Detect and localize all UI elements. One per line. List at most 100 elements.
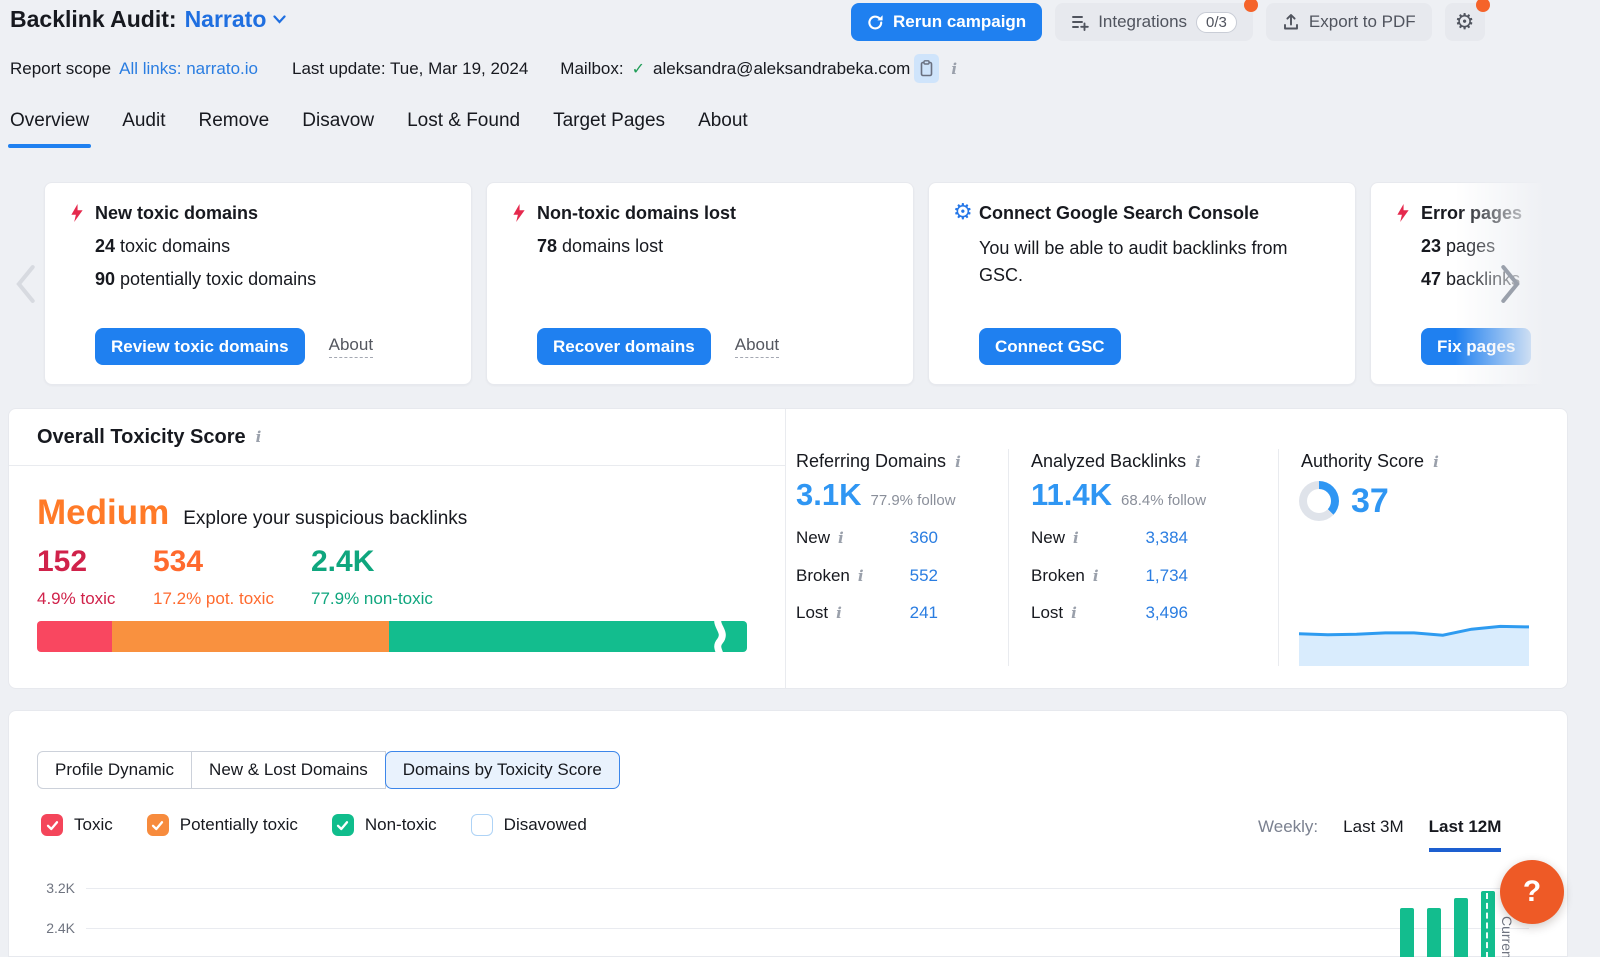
stat-row-new: Newi 3,384 bbox=[1031, 528, 1188, 548]
total-value[interactable]: 3.1K bbox=[796, 477, 861, 513]
settings-button[interactable]: ⚙ bbox=[1445, 3, 1485, 41]
toxicity-score-level: Medium bbox=[37, 493, 169, 533]
card-title: Non-toxic domains lost bbox=[537, 203, 736, 224]
view-tab-domains-by-toxicity[interactable]: Domains by Toxicity Score bbox=[385, 751, 620, 789]
tab-lost-and-found[interactable]: Lost & Found bbox=[407, 110, 520, 148]
toxic-count[interactable]: 152 bbox=[37, 545, 87, 579]
report-scope-link[interactable]: All links: narrato.io bbox=[119, 59, 258, 79]
non-toxic-count[interactable]: 2.4K bbox=[311, 545, 374, 579]
row-value[interactable]: 552 bbox=[910, 566, 938, 586]
connect-gsc-button[interactable]: Connect GSC bbox=[979, 328, 1121, 365]
total-value[interactable]: 11.4K bbox=[1031, 477, 1112, 513]
authority-score-value: 37 bbox=[1351, 482, 1389, 521]
info-icon[interactable]: i bbox=[1093, 567, 1099, 585]
referring-domains-total: 3.1K 77.9% follow bbox=[796, 477, 956, 513]
stat-column-title: Analyzed Backlinks i bbox=[1031, 451, 1201, 472]
legend-potentially-toxic-checkbox[interactable]: Potentially toxic bbox=[147, 814, 298, 836]
project-selector[interactable]: Narrato bbox=[185, 6, 287, 33]
help-button[interactable]: ? bbox=[1500, 860, 1564, 924]
row-label: New bbox=[796, 528, 830, 548]
copy-email-button[interactable] bbox=[914, 54, 939, 83]
integrations-button[interactable]: Integrations 0/3 bbox=[1055, 3, 1253, 41]
toxic-percent-label: 4.9% toxic bbox=[37, 589, 115, 609]
export-icon bbox=[1282, 13, 1300, 31]
carousel-prev-button[interactable] bbox=[12, 262, 46, 306]
recover-domains-button[interactable]: Recover domains bbox=[537, 328, 711, 365]
card-new-toxic-domains: New toxic domains 24 toxic domains 90 po… bbox=[44, 182, 472, 385]
info-icon[interactable]: i bbox=[1071, 604, 1077, 622]
legend-disavowed-checkbox[interactable]: Disavowed bbox=[471, 814, 587, 836]
stat-column-title: Authority Score i bbox=[1301, 451, 1439, 472]
weekly-bar-non-toxic[interactable] bbox=[1400, 908, 1414, 957]
weekly-bar-non-toxic[interactable] bbox=[1481, 891, 1495, 957]
tab-about[interactable]: About bbox=[698, 110, 748, 148]
authority-score-sparkline bbox=[1299, 620, 1529, 666]
weekly-bar-non-toxic[interactable] bbox=[1427, 908, 1441, 957]
info-icon[interactable]: i bbox=[1195, 453, 1201, 471]
divider bbox=[1008, 449, 1009, 666]
potentially-toxic-count[interactable]: 534 bbox=[153, 545, 203, 579]
stat-text: domains lost bbox=[562, 236, 663, 256]
card-title: New toxic domains bbox=[95, 203, 258, 224]
last-update-text: Last update: Tue, Mar 19, 2024 bbox=[292, 59, 528, 79]
toxicity-score-hint: Explore your suspicious backlinks bbox=[183, 508, 467, 530]
current-week-marker bbox=[1486, 893, 1488, 957]
info-icon[interactable]: i bbox=[1073, 529, 1079, 547]
tab-audit[interactable]: Audit bbox=[122, 110, 165, 148]
export-pdf-button[interactable]: Export to PDF bbox=[1266, 3, 1432, 41]
tab-target-pages[interactable]: Target Pages bbox=[553, 110, 665, 148]
rerun-campaign-button[interactable]: Rerun campaign bbox=[851, 3, 1042, 41]
info-icon[interactable]: i bbox=[1433, 453, 1439, 471]
review-toxic-domains-button[interactable]: Review toxic domains bbox=[95, 328, 305, 365]
row-label: Lost bbox=[1031, 603, 1063, 623]
card-stat-line: 90 potentially toxic domains bbox=[95, 269, 316, 290]
checkbox-checked-icon bbox=[41, 814, 63, 836]
row-label: Lost bbox=[796, 603, 828, 623]
weekly-bar-non-toxic[interactable] bbox=[1454, 898, 1468, 957]
legend-label: Non-toxic bbox=[365, 815, 437, 835]
toxicity-panel-header: Overall Toxicity Score i bbox=[9, 409, 785, 466]
notification-dot bbox=[1244, 0, 1258, 12]
row-value[interactable]: 3,496 bbox=[1145, 603, 1188, 623]
row-value[interactable]: 241 bbox=[910, 603, 938, 623]
info-icon[interactable]: i bbox=[955, 453, 961, 471]
potentially-toxic-percent-label: 17.2% pot. toxic bbox=[153, 589, 274, 609]
chart-view-switcher: Profile Dynamic New & Lost Domains Domai… bbox=[37, 751, 620, 789]
mailbox-email: aleksandra@aleksandrabeka.com bbox=[653, 59, 910, 79]
view-tab-new-lost-domains[interactable]: New & Lost Domains bbox=[192, 751, 386, 789]
toxicity-stacked-bar bbox=[37, 621, 747, 652]
row-value[interactable]: 360 bbox=[910, 528, 938, 548]
range-last-3m[interactable]: Last 3M bbox=[1343, 817, 1403, 837]
gridline bbox=[86, 928, 1529, 929]
mailbox-info-icon[interactable]: i bbox=[951, 60, 957, 78]
view-tab-profile-dynamic[interactable]: Profile Dynamic bbox=[37, 751, 192, 789]
export-pdf-label: Export to PDF bbox=[1309, 12, 1416, 32]
row-value[interactable]: 1,734 bbox=[1145, 566, 1188, 586]
follow-percent: 77.9% follow bbox=[870, 492, 955, 509]
current-week-label: Current bbox=[1499, 916, 1515, 957]
tab-disavow[interactable]: Disavow bbox=[302, 110, 374, 148]
row-value[interactable]: 3,384 bbox=[1145, 528, 1188, 548]
tab-overview[interactable]: Overview bbox=[10, 110, 89, 148]
info-icon[interactable]: i bbox=[838, 529, 844, 547]
integrations-label: Integrations bbox=[1098, 12, 1187, 32]
info-icon[interactable]: i bbox=[256, 428, 262, 446]
y-axis-tick: 2.4K bbox=[27, 920, 75, 936]
info-icon[interactable]: i bbox=[858, 567, 864, 585]
about-link[interactable]: About bbox=[329, 335, 373, 358]
divider bbox=[785, 409, 786, 688]
carousel-next-button[interactable] bbox=[1498, 262, 1532, 306]
tab-remove[interactable]: Remove bbox=[199, 110, 270, 148]
legend-non-toxic-checkbox[interactable]: Non-toxic bbox=[332, 814, 437, 836]
stat-title-text: Analyzed Backlinks bbox=[1031, 451, 1186, 472]
integrations-count-badge: 0/3 bbox=[1196, 12, 1237, 33]
about-link[interactable]: About bbox=[735, 335, 779, 358]
page-title-text: Backlink Audit: bbox=[10, 6, 177, 33]
legend-toxic-checkbox[interactable]: Toxic bbox=[41, 814, 113, 836]
analyzed-backlinks-total: 11.4K 68.4% follow bbox=[1031, 477, 1206, 513]
info-icon[interactable]: i bbox=[836, 604, 842, 622]
card-stat-line: 78 domains lost bbox=[537, 236, 663, 257]
stat-title-text: Authority Score bbox=[1301, 451, 1424, 472]
card-non-toxic-domains-lost: Non-toxic domains lost 78 domains lost R… bbox=[486, 182, 914, 385]
stat-value: 24 bbox=[95, 236, 115, 256]
